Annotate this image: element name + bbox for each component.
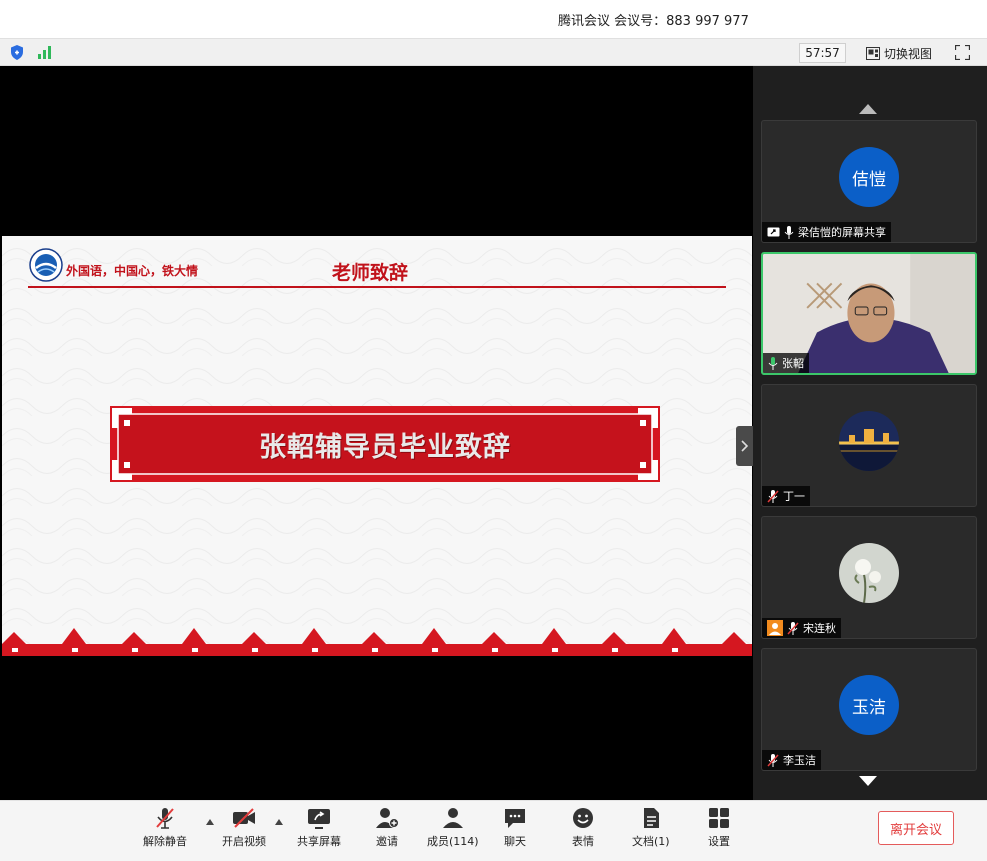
camera-off-icon [233, 808, 255, 828]
scroll-up-arrow-icon[interactable] [859, 102, 877, 114]
slide-divider [28, 286, 726, 288]
school-logo [29, 248, 63, 282]
invite-button[interactable]: 邀请 [375, 807, 399, 849]
members-icon [442, 808, 463, 828]
microphone-muted-icon [156, 808, 174, 829]
avatar: 玉洁 [839, 675, 899, 735]
participant-tile[interactable]: 丁一 [761, 384, 977, 507]
meeting-timer: 57:57 [799, 43, 846, 63]
unmute-label: 解除静音 [143, 835, 187, 848]
emoji-icon [573, 808, 593, 828]
chat-label: 聊天 [504, 835, 526, 848]
participant-namebar: 宋连秋 [762, 618, 841, 638]
members-button[interactable]: 成员(114) [427, 807, 479, 849]
user-icon [767, 620, 783, 636]
chat-button[interactable]: 聊天 [503, 807, 527, 849]
settings-button[interactable]: 设置 [707, 807, 731, 849]
grid-view-icon [866, 46, 880, 60]
meeting-toolbar: 解除静音 开启视频 共享屏幕 邀请 成员(114) 聊天 表情 文档(1) 设置… [0, 800, 987, 861]
meeting-status-bar: 57:57 切换视图 [0, 38, 987, 66]
decorative-border [2, 628, 752, 656]
participant-name: 丁一 [783, 490, 805, 503]
unmute-button[interactable]: 解除静音 [143, 807, 187, 849]
participant-tile-active-speaker[interactable]: 张軺 [761, 252, 977, 375]
participant-name: 张軺 [782, 357, 804, 370]
screen-share-icon [767, 227, 780, 236]
microphone-active-icon [768, 356, 778, 370]
members-label: 成员(114) [427, 835, 479, 848]
switch-view-label: 切换视图 [884, 46, 933, 61]
chevron-right-icon [741, 440, 749, 452]
participant-gallery: 佶愷 梁佶愷的屏幕共享 张軺 丁一 宋连秋 玉洁 李玉洁 [753, 66, 987, 800]
meeting-title: 腾讯会议 会议号：883 997 977 [558, 14, 749, 29]
microphone-muted-icon [787, 621, 799, 635]
collapse-sidebar-handle[interactable] [736, 426, 753, 466]
participant-name: 梁佶愷的屏幕共享 [798, 226, 886, 239]
settings-grid-icon [709, 808, 729, 828]
participant-namebar: 丁一 [762, 486, 810, 506]
audio-options-caret-icon[interactable] [206, 819, 214, 825]
banner-title: 张軺辅导员毕业致辞 [259, 431, 511, 463]
start-video-button[interactable]: 开启视频 [222, 807, 266, 849]
microphone-muted-icon [767, 753, 779, 767]
participant-namebar: 梁佶愷的屏幕共享 [762, 222, 891, 242]
fullscreen-icon[interactable] [955, 45, 970, 60]
slide-heading: 老师致辞 [332, 262, 409, 284]
reactions-label: 表情 [572, 835, 594, 848]
share-screen-button[interactable]: 共享屏幕 [297, 807, 341, 849]
participant-name: 宋连秋 [803, 622, 836, 635]
avatar: 佶愷 [839, 147, 899, 207]
settings-label: 设置 [708, 835, 730, 848]
slide-motto: 外国语，中国心，铁大情 [66, 264, 199, 278]
leave-meeting-button[interactable]: 离开会议 [878, 811, 954, 845]
scroll-down-arrow-icon[interactable] [859, 776, 877, 788]
avatar [839, 543, 899, 603]
window-titlebar: 腾讯会议 会议号：883 997 977 [0, 0, 987, 38]
share-screen-label: 共享屏幕 [297, 835, 341, 848]
participant-tile[interactable]: 玉洁 李玉洁 [761, 648, 977, 771]
shared-screen-view: 外国语，中国心，铁大情 老师致辞 张軺辅导员毕业致辞 [0, 66, 753, 800]
documents-button[interactable]: 文档(1) [632, 807, 670, 849]
chat-icon [505, 809, 525, 828]
participant-tile[interactable]: 宋连秋 [761, 516, 977, 639]
participant-name: 李玉洁 [783, 754, 816, 767]
switch-view-button[interactable]: 切换视图 [866, 43, 932, 63]
participant-tile[interactable]: 佶愷 梁佶愷的屏幕共享 [761, 120, 977, 243]
participant-namebar: 李玉洁 [762, 750, 821, 770]
network-signal-icon[interactable] [38, 46, 52, 59]
share-screen-icon [308, 809, 330, 829]
add-user-icon [376, 808, 399, 828]
video-options-caret-icon[interactable] [275, 819, 283, 825]
document-icon [643, 808, 659, 828]
avatar [839, 411, 899, 471]
shield-icon[interactable] [10, 45, 24, 60]
reactions-button[interactable]: 表情 [571, 807, 595, 849]
microphone-muted-icon [767, 489, 779, 503]
participant-namebar: 张軺 [763, 353, 809, 373]
presentation-slide: 外国语，中国心，铁大情 老师致辞 张軺辅导员毕业致辞 [2, 236, 752, 656]
documents-label: 文档(1) [632, 835, 670, 848]
invite-label: 邀请 [376, 835, 398, 848]
start-video-label: 开启视频 [222, 835, 266, 848]
microphone-icon [784, 225, 794, 239]
